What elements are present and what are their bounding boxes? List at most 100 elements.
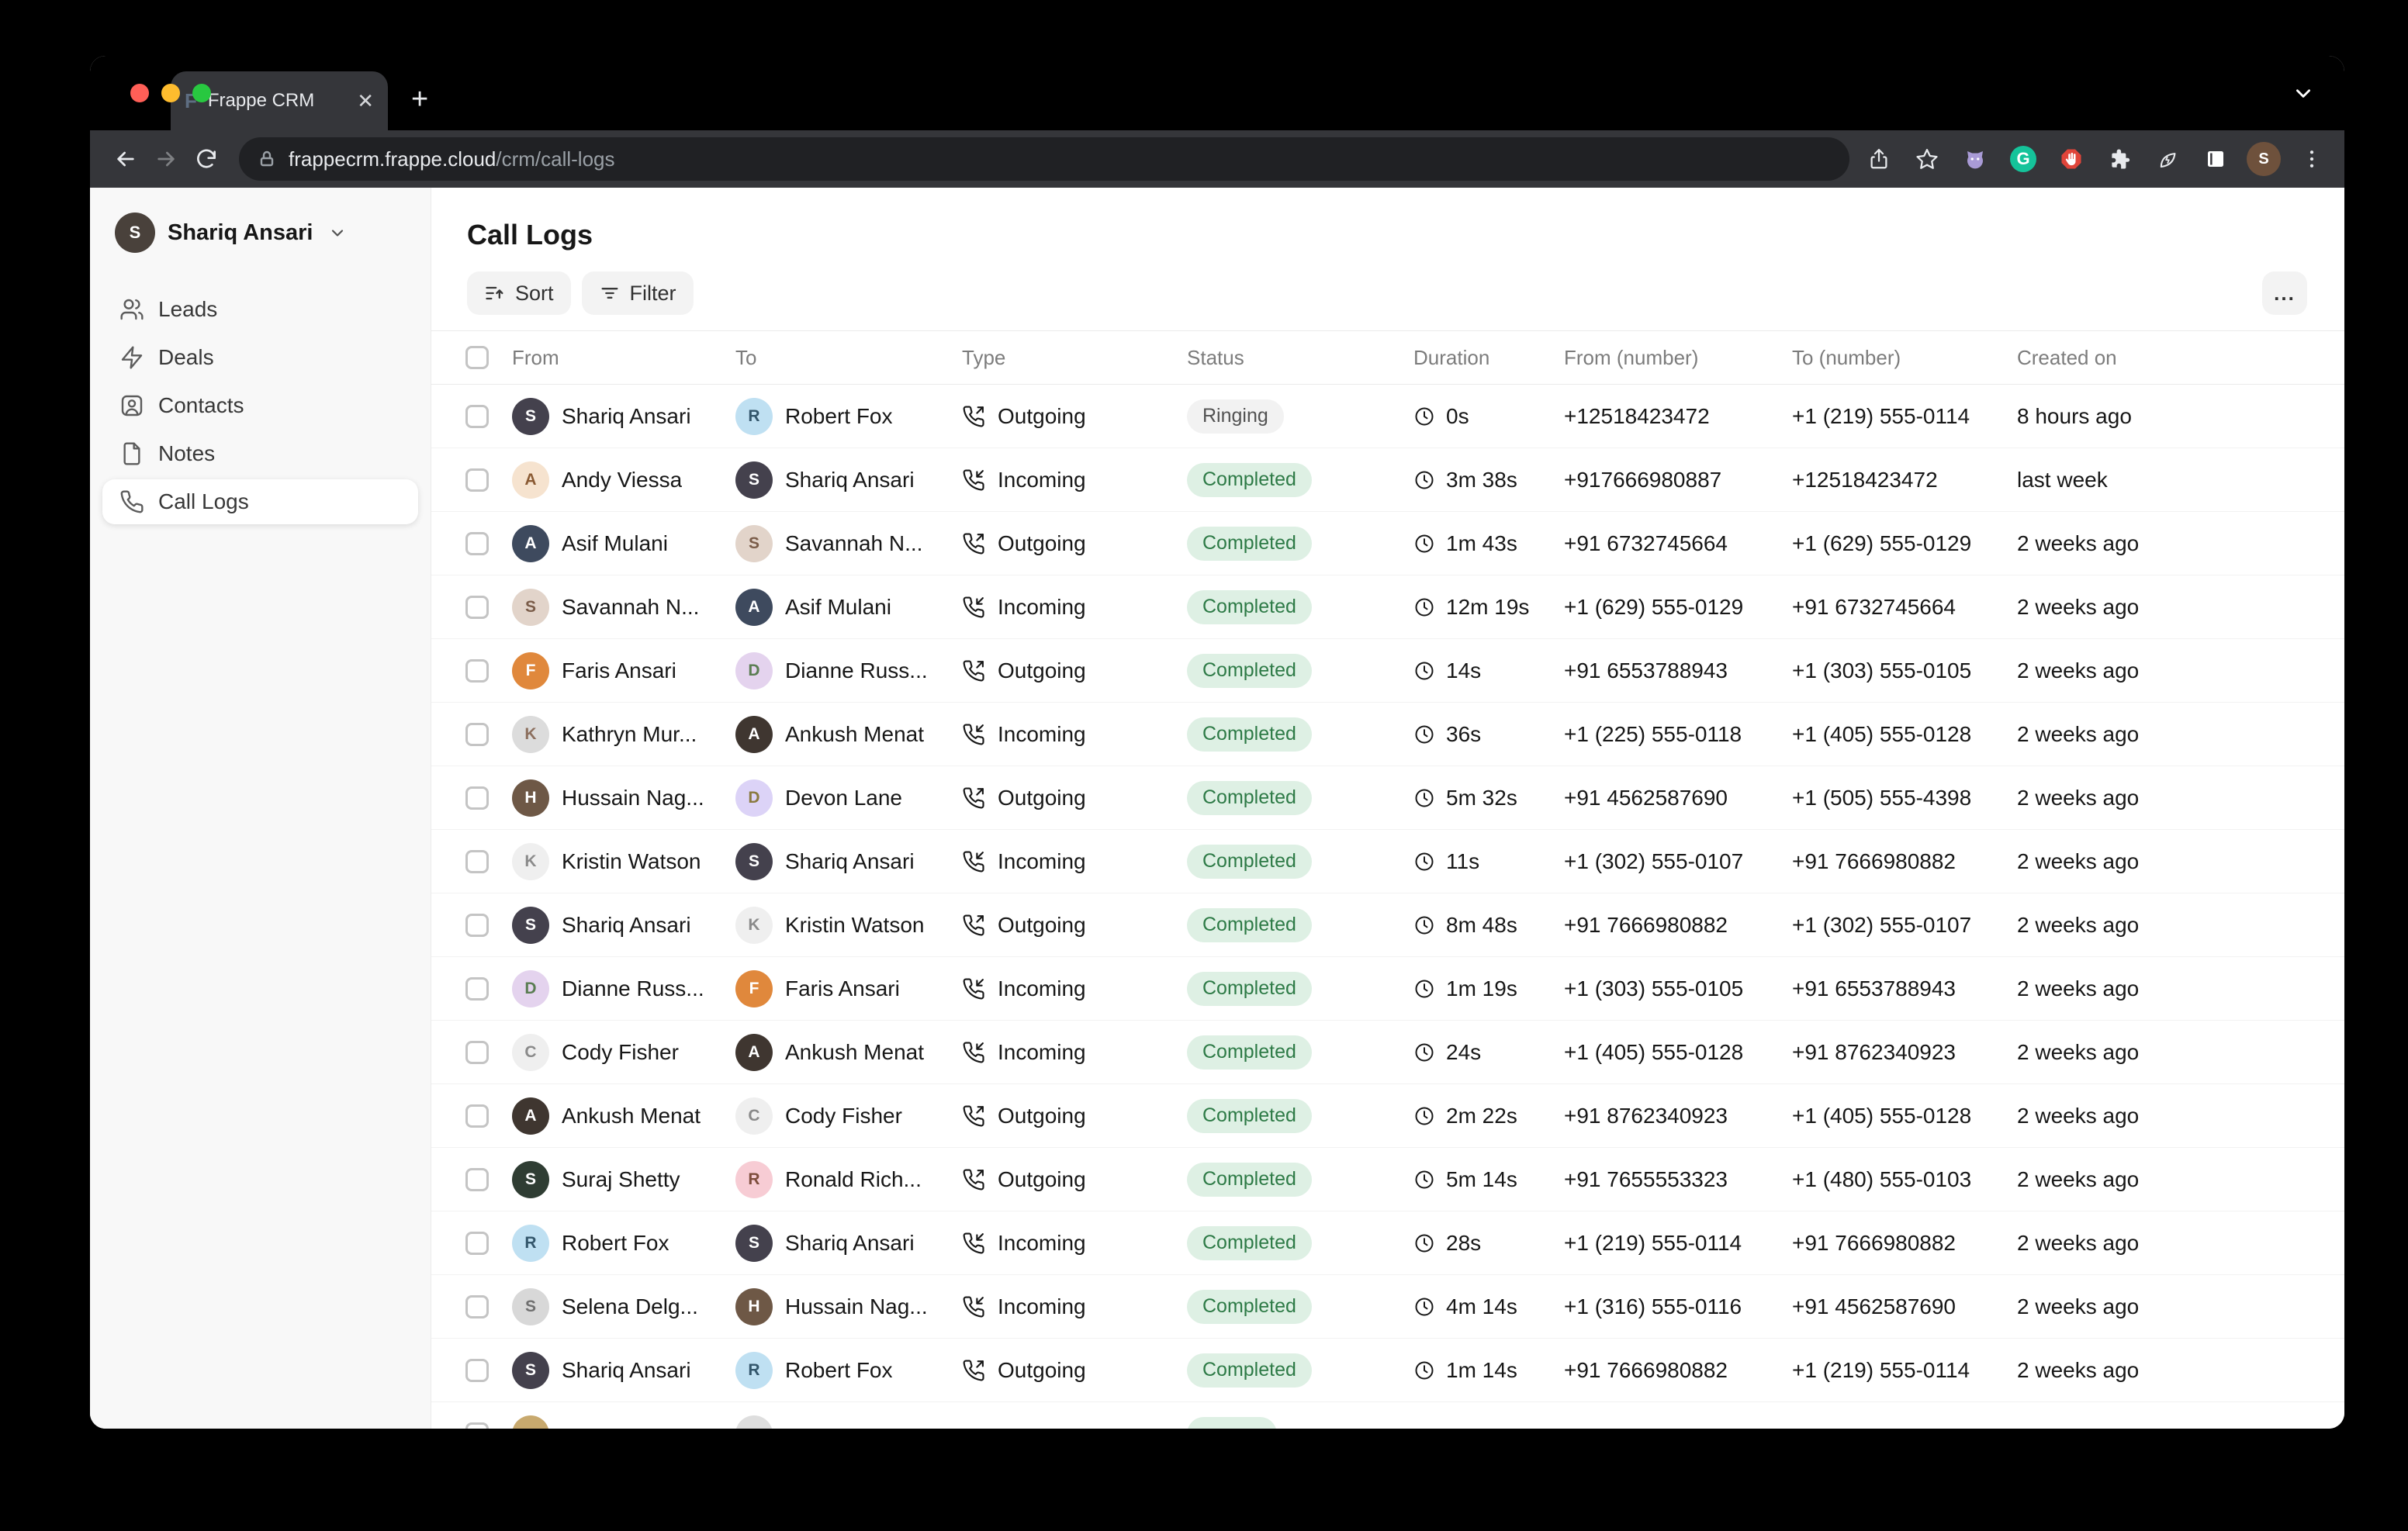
column-header-type[interactable]: Type <box>962 346 1187 370</box>
table-row[interactable] <box>431 1402 2344 1429</box>
table-row[interactable]: S Shariq Ansari K Kristin Watson Outgoin… <box>431 893 2344 957</box>
row-checkbox[interactable] <box>465 723 489 746</box>
minimize-button[interactable] <box>161 84 180 102</box>
bookmark-star-icon[interactable] <box>1910 142 1944 176</box>
type-label: Incoming <box>998 1040 1086 1065</box>
phone-icon <box>119 489 144 514</box>
table-row[interactable]: A Asif Mulani S Savannah N... Outgoing C… <box>431 512 2344 575</box>
back-button[interactable] <box>106 139 146 179</box>
row-checkbox[interactable] <box>465 1422 489 1429</box>
new-tab-button[interactable]: + <box>411 83 428 116</box>
extension-grammarly-icon[interactable]: G <box>2006 142 2040 176</box>
table-row[interactable]: S Shariq Ansari R Robert Fox Outgoing Ri… <box>431 385 2344 448</box>
clock-icon <box>1413 1169 1435 1191</box>
sidebar-item-label: Deals <box>158 345 214 370</box>
sidebar-item-notes[interactable]: Notes <box>102 431 418 476</box>
extension-darkreader-icon[interactable] <box>2150 142 2185 176</box>
column-header-status[interactable]: Status <box>1187 346 1413 370</box>
from-cell: S Savannah N... <box>512 589 735 626</box>
row-checkbox[interactable] <box>465 850 489 873</box>
table-row[interactable]: A Andy Viessa S Shariq Ansari Incoming C… <box>431 448 2344 512</box>
created-on: 2 weeks ago <box>2017 595 2344 620</box>
sidebar-item-contacts[interactable]: Contacts <box>102 383 418 428</box>
created-on: 2 weeks ago <box>2017 1358 2344 1383</box>
extension-sidebar-icon[interactable] <box>2199 142 2233 176</box>
type-label: Incoming <box>998 849 1086 874</box>
row-checkbox[interactable] <box>465 914 489 937</box>
tab-search-chevron-icon[interactable] <box>2293 83 2313 103</box>
table-row[interactable]: S Selena Delg... H Hussain Nag... Incomi… <box>431 1275 2344 1339</box>
sidebar-item-leads[interactable]: Leads <box>102 287 418 332</box>
row-checkbox[interactable] <box>465 596 489 619</box>
column-header-to[interactable]: To <box>735 346 962 370</box>
row-checkbox[interactable] <box>465 1232 489 1255</box>
sort-button[interactable]: Sort <box>467 271 571 315</box>
duration-cell: 36s <box>1413 722 1564 747</box>
to-name: Faris Ansari <box>785 976 900 1001</box>
duration-value: 12m 19s <box>1446 595 1529 620</box>
table-row[interactable]: K Kristin Watson S Shariq Ansari Incomin… <box>431 830 2344 893</box>
browser-menu-icon[interactable] <box>2295 142 2329 176</box>
duration-cell: 8m 48s <box>1413 913 1564 938</box>
url-bar[interactable]: frappecrm.frappe.cloud/crm/call-logs <box>239 137 1849 181</box>
clock-icon <box>1413 533 1435 555</box>
extension-adblock-icon[interactable] <box>2054 142 2088 176</box>
row-checkbox[interactable] <box>465 786 489 810</box>
row-checkbox[interactable] <box>465 532 489 555</box>
table-row[interactable]: K Kathryn Mur... A Ankush Menat Incoming… <box>431 703 2344 766</box>
more-options-button[interactable]: ... <box>2262 271 2307 315</box>
row-checkbox[interactable] <box>465 1104 489 1128</box>
extensions-puzzle-icon[interactable] <box>2102 142 2136 176</box>
clock-icon <box>1413 851 1435 873</box>
to-number: +1 (629) 555-0129 <box>1792 531 2017 556</box>
from-cell: S Shariq Ansari <box>512 398 735 435</box>
sidebar-item-call-logs[interactable]: Call Logs <box>102 479 418 524</box>
type-label: Outgoing <box>998 1358 1086 1383</box>
row-checkbox[interactable] <box>465 659 489 683</box>
column-header-created-on[interactable]: Created on <box>2017 346 2344 370</box>
table-row[interactable]: F Faris Ansari D Dianne Russ... Outgoing… <box>431 639 2344 703</box>
table-row[interactable]: C Cody Fisher A Ankush Menat Incoming Co… <box>431 1021 2344 1084</box>
column-header-to-number[interactable]: To (number) <box>1792 346 2017 370</box>
tab-close-icon[interactable]: ✕ <box>357 89 374 113</box>
column-header-duration[interactable]: Duration <box>1413 346 1564 370</box>
table-row[interactable]: S Suraj Shetty R Ronald Rich... Outgoing… <box>431 1148 2344 1211</box>
column-header-from[interactable]: From <box>512 346 735 370</box>
row-checkbox[interactable] <box>465 468 489 492</box>
table-row[interactable]: H Hussain Nag... D Devon Lane Outgoing C… <box>431 766 2344 830</box>
to-number: +91 8762340923 <box>1792 1040 2017 1065</box>
row-checkbox[interactable] <box>465 405 489 428</box>
clock-icon <box>1413 469 1435 491</box>
select-all-checkbox[interactable] <box>465 346 489 369</box>
table-row[interactable]: D Dianne Russ... F Faris Ansari Incoming… <box>431 957 2344 1021</box>
call-logs-table-body: S Shariq Ansari R Robert Fox Outgoing Ri… <box>431 385 2344 1429</box>
share-icon[interactable] <box>1862 142 1896 176</box>
notes-file-icon <box>119 441 144 466</box>
row-checkbox[interactable] <box>465 1359 489 1382</box>
table-row[interactable]: S Savannah N... A Asif Mulani Incoming C… <box>431 575 2344 639</box>
filter-button[interactable]: Filter <box>582 271 694 315</box>
table-row[interactable]: S Shariq Ansari R Robert Fox Outgoing Co… <box>431 1339 2344 1402</box>
row-checkbox[interactable] <box>465 1168 489 1191</box>
row-checkbox[interactable] <box>465 977 489 1001</box>
sidebar-item-label: Notes <box>158 441 215 466</box>
row-checkbox[interactable] <box>465 1295 489 1318</box>
column-header-from-number[interactable]: From (number) <box>1564 346 1792 370</box>
user-profile-dropdown[interactable]: S Shariq Ansari <box>90 213 431 253</box>
status-badge: Completed <box>1187 1099 1312 1133</box>
table-row[interactable]: R Robert Fox S Shariq Ansari Incoming Co… <box>431 1211 2344 1275</box>
table-row[interactable]: A Ankush Menat C Cody Fisher Outgoing Co… <box>431 1084 2344 1148</box>
to-cell: R Ronald Rich... <box>735 1161 962 1198</box>
to-avatar: R <box>735 1352 773 1389</box>
from-name: Savannah N... <box>562 595 699 620</box>
zoom-button[interactable] <box>192 84 211 102</box>
extension-github-icon[interactable] <box>1958 142 1992 176</box>
forward-button[interactable] <box>146 139 186 179</box>
clock-icon <box>1413 1296 1435 1318</box>
close-button[interactable] <box>130 84 149 102</box>
to-cell: R Robert Fox <box>735 398 962 435</box>
row-checkbox[interactable] <box>465 1041 489 1064</box>
reload-button[interactable] <box>186 139 227 179</box>
browser-profile-avatar[interactable]: S <box>2247 142 2281 176</box>
sidebar-item-deals[interactable]: Deals <box>102 335 418 380</box>
